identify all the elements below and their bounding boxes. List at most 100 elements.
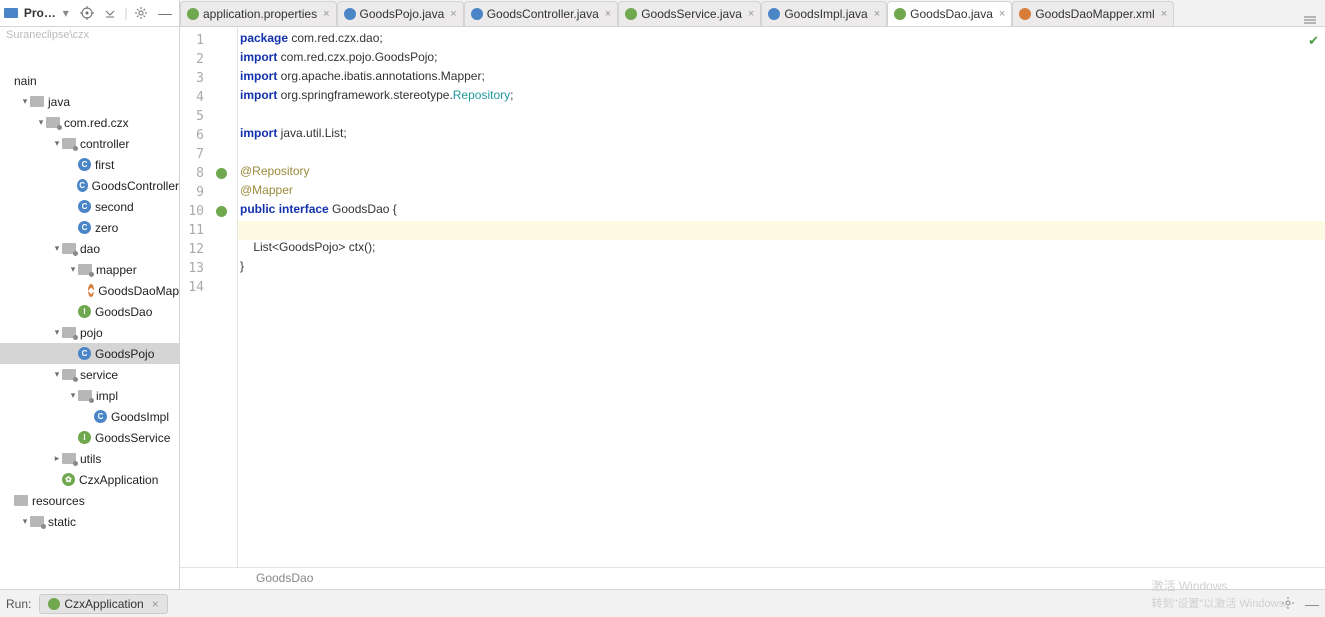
tree-item[interactable]: ▾impl xyxy=(0,385,179,406)
editor-tab[interactable]: application.properties× xyxy=(180,1,337,26)
chevron-icon[interactable]: ▾ xyxy=(20,516,30,527)
tree-label: mapper xyxy=(96,263,137,277)
run-config-tab[interactable]: CzxApplication × xyxy=(39,594,167,614)
line-number: 9 xyxy=(180,185,210,200)
code-line[interactable] xyxy=(238,221,1325,240)
chevron-icon[interactable]: ▾ xyxy=(36,117,46,128)
tree-item[interactable]: CGoodsController xyxy=(0,175,179,196)
close-icon[interactable]: × xyxy=(999,8,1005,20)
tree-item[interactable]: ▾ static xyxy=(0,511,179,532)
chevron-icon[interactable]: ▸ xyxy=(52,453,62,464)
tree-item[interactable]: IGoodsService xyxy=(0,427,179,448)
tree-item[interactable]: ▾java xyxy=(0,91,179,112)
chevron-icon[interactable]: ▾ xyxy=(20,96,30,107)
code-line[interactable]: import org.apache.ibatis.annotations.Map… xyxy=(238,69,1325,88)
gutter-marker-icon[interactable] xyxy=(216,168,227,179)
code-line[interactable] xyxy=(238,145,1325,164)
code-line[interactable]: List<GoodsPojo> ctx(); xyxy=(238,240,1325,259)
tab-overflow-icon[interactable] xyxy=(1295,14,1325,26)
close-icon[interactable]: × xyxy=(874,8,880,20)
tree-item[interactable]: Csecond xyxy=(0,196,179,217)
tree-item[interactable]: CGoodsPojo xyxy=(0,343,179,364)
tree-item[interactable]: ▾service xyxy=(0,364,179,385)
sidebar-title: Proj... xyxy=(24,6,57,20)
line-number: 5 xyxy=(180,109,210,124)
editor-tab[interactable]: GoodsService.java× xyxy=(618,1,761,26)
close-icon[interactable]: × xyxy=(323,8,329,20)
chevron-icon[interactable]: ▾ xyxy=(52,138,62,149)
code-line[interactable]: @Repository xyxy=(238,164,1325,183)
gutter-marker-icon[interactable] xyxy=(216,206,227,217)
close-icon[interactable]: × xyxy=(152,597,159,611)
code-line[interactable]: import java.util.List; xyxy=(238,126,1325,145)
tree-label: static xyxy=(48,515,76,529)
tree-item[interactable]: ▾controller xyxy=(0,133,179,154)
hide-tool-icon[interactable]: — xyxy=(1305,596,1319,612)
editor-tab[interactable]: GoodsPojo.java× xyxy=(337,1,464,26)
close-icon[interactable]: × xyxy=(450,8,456,20)
close-icon[interactable]: × xyxy=(748,8,754,20)
file-type-icon xyxy=(894,8,906,20)
tree-item[interactable]: CGoodsImpl xyxy=(0,406,179,427)
hide-icon[interactable]: — xyxy=(155,3,175,23)
code-line[interactable]: import com.red.czx.pojo.GoodsPojo; xyxy=(238,50,1325,69)
file-type-icon xyxy=(768,8,780,20)
tree-item[interactable]: nain xyxy=(0,70,179,91)
code-line[interactable]: } xyxy=(238,259,1325,278)
line-number: 10 xyxy=(180,204,210,219)
line-number: 4 xyxy=(180,90,210,105)
tree-item[interactable]: Czero xyxy=(0,217,179,238)
editor-tab[interactable]: GoodsController.java× xyxy=(464,1,619,26)
editor-area: application.properties×GoodsPojo.java×Go… xyxy=(180,0,1325,589)
code-line[interactable] xyxy=(238,278,1325,297)
tree-item[interactable] xyxy=(0,49,179,70)
tree-label: com.red.czx xyxy=(64,116,129,130)
close-icon[interactable]: × xyxy=(605,8,611,20)
tree-item[interactable]: Cfirst xyxy=(0,154,179,175)
tree-item[interactable]: resources xyxy=(0,490,179,511)
editor-tab[interactable]: GoodsDaoMapper.xml× xyxy=(1012,1,1174,26)
editor-tab[interactable]: GoodsImpl.java × xyxy=(761,1,887,26)
tree-label: utils xyxy=(80,452,101,466)
code-line[interactable]: @Mapper xyxy=(238,183,1325,202)
dropdown-icon[interactable]: ▾ xyxy=(63,6,69,20)
line-number: 2 xyxy=(180,52,210,67)
breadcrumb[interactable]: GoodsDao xyxy=(180,567,1325,589)
chevron-icon[interactable]: ▾ xyxy=(68,264,78,275)
tree-item[interactable]: ▾ com.red.czx xyxy=(0,112,179,133)
tree-item[interactable]: ▾ mapper xyxy=(0,259,179,280)
code-line[interactable]: package com.red.czx.dao; xyxy=(238,31,1325,50)
close-icon[interactable]: × xyxy=(1161,8,1167,20)
code-line[interactable]: import org.springframework.stereotype.Re… xyxy=(238,88,1325,107)
file-type-icon xyxy=(187,8,199,20)
chevron-icon[interactable]: ▾ xyxy=(52,243,62,254)
tab-label: GoodsDao.java xyxy=(910,7,993,21)
tree-item[interactable]: ▾ pojo xyxy=(0,322,179,343)
tree-item[interactable]: ✿CzxApplication xyxy=(0,469,179,490)
tree-item[interactable]: ◆GoodsDaoMap xyxy=(0,280,179,301)
code-line[interactable]: public interface GoodsDao { xyxy=(238,202,1325,221)
tree-item[interactable]: ▸ utils xyxy=(0,448,179,469)
tree-label: dao xyxy=(80,242,100,256)
project-tree[interactable]: nain▾java▾com.red.czx▾controllerCfirstCG… xyxy=(0,45,179,589)
editor-tab[interactable]: GoodsDao.java × xyxy=(887,1,1012,26)
tree-label: GoodsController xyxy=(92,179,179,193)
tab-label: GoodsImpl.java xyxy=(784,7,867,21)
tree-label: second xyxy=(95,200,134,214)
chevron-icon[interactable]: ▾ xyxy=(68,390,78,401)
status-check-icon: ✔ xyxy=(1308,33,1319,49)
chevron-icon[interactable]: ▾ xyxy=(52,369,62,380)
code-line[interactable] xyxy=(238,107,1325,126)
code-view[interactable]: ✔ package com.red.czx.dao;import com.red… xyxy=(238,27,1325,567)
collapse-icon[interactable] xyxy=(101,3,121,23)
settings-icon[interactable] xyxy=(1281,596,1295,612)
target-icon[interactable] xyxy=(77,3,97,23)
tree-item[interactable]: ▾ dao xyxy=(0,238,179,259)
tree-item[interactable]: IGoodsDao xyxy=(0,301,179,322)
chevron-icon[interactable]: ▾ xyxy=(52,327,62,338)
tree-label: pojo xyxy=(80,326,103,340)
gear-icon[interactable] xyxy=(131,3,151,23)
line-number: 6 xyxy=(180,128,210,143)
tree-label: GoodsDaoMap xyxy=(98,284,179,298)
spring-icon xyxy=(48,598,60,610)
